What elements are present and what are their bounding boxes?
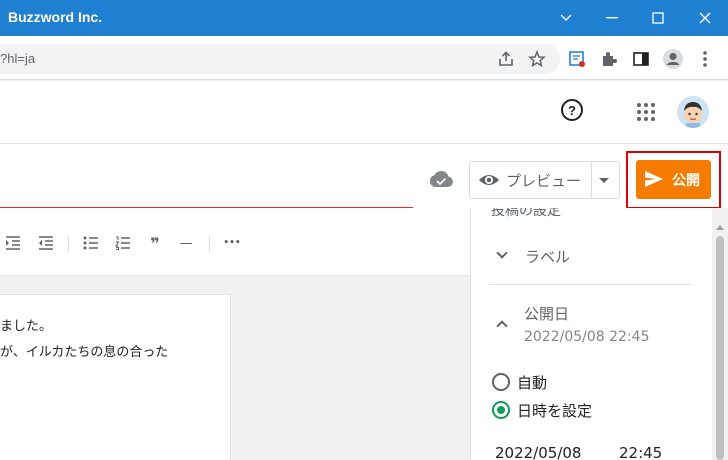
- toolbar-separator: [68, 236, 69, 252]
- extension-badge-icon[interactable]: [566, 48, 588, 70]
- minimize-button[interactable]: [589, 0, 635, 36]
- chevron-down-icon: [560, 14, 572, 21]
- address-bar[interactable]: ?hl=ja: [0, 44, 560, 74]
- bulleted-list-icon[interactable]: [82, 235, 100, 251]
- preview-label: プレビュー: [506, 172, 582, 190]
- publish-label: 公開: [672, 173, 700, 189]
- chevron-down-icon: [496, 247, 508, 259]
- eye-icon: [478, 171, 500, 189]
- collapse-button[interactable]: [543, 0, 589, 36]
- share-icon[interactable]: [495, 48, 517, 70]
- star-icon[interactable]: [526, 48, 548, 70]
- labels-section-label: ラベル: [525, 248, 571, 266]
- outdent-icon[interactable]: [37, 235, 55, 251]
- chevron-up-icon: [496, 320, 508, 332]
- horizontal-rule-icon[interactable]: —: [177, 235, 195, 251]
- cloud-saved-icon: [428, 170, 454, 188]
- editor-header: プレビュー 公開: [0, 144, 728, 209]
- post-settings-heading: 投稿の設定: [491, 208, 561, 219]
- more-icon[interactable]: •••: [222, 235, 242, 251]
- panel-scrollbar[interactable]: [712, 208, 728, 460]
- toolbar-separator: [209, 236, 210, 252]
- radio-automatic[interactable]: [492, 373, 510, 391]
- time-field[interactable]: 22:45: [619, 444, 662, 460]
- maximize-button[interactable]: [635, 0, 681, 36]
- body-line: ました。: [0, 319, 53, 334]
- preview-divider: [591, 162, 592, 198]
- quote-icon[interactable]: ❞: [146, 234, 164, 253]
- publish-date-label: 公開日: [524, 305, 570, 323]
- apps-grid-icon[interactable]: [637, 103, 655, 121]
- address-url: ?hl=ja: [0, 51, 36, 66]
- kebab-menu-icon[interactable]: [694, 48, 716, 70]
- labels-section-toggle[interactable]: ラベル: [471, 238, 712, 276]
- radio-set-datetime-label: 日時を設定: [517, 402, 593, 420]
- profile-icon[interactable]: [662, 48, 684, 70]
- app-header: ?: [0, 81, 728, 144]
- window-title-bar: Buzzword Inc.: [0, 0, 728, 36]
- preview-dropdown-caret-icon[interactable]: [599, 178, 609, 183]
- scroll-up-arrow-icon[interactable]: [716, 225, 724, 230]
- publish-date-section-toggle[interactable]: 公開日 2022/05/08 22:45: [471, 300, 712, 348]
- post-settings-panel: 投稿の設定 ラベル 公開日 2022/05/08 22:45 自動 日時を設定 …: [470, 208, 712, 460]
- side-panel-icon[interactable]: [630, 48, 652, 70]
- section-divider: [489, 284, 691, 285]
- scrollbar-thumb[interactable]: [716, 236, 724, 460]
- indent-icon[interactable]: [4, 235, 22, 251]
- publish-date-value: 2022/05/08 22:45: [524, 329, 650, 345]
- browser-toolbar: ?hl=ja: [0, 36, 728, 80]
- date-field[interactable]: 2022/05/08: [495, 444, 581, 460]
- radio-automatic-label: 自動: [517, 374, 548, 392]
- editor-canvas: ました。 が、イルカたちの息の合った: [0, 277, 470, 460]
- maximize-icon: [652, 12, 664, 24]
- account-avatar[interactable]: [677, 96, 709, 128]
- window-title: Buzzword Inc.: [8, 9, 103, 25]
- puzzle-icon[interactable]: [598, 48, 620, 70]
- formatting-toolbar: ❞ — •••: [0, 208, 470, 276]
- radio-set-datetime[interactable]: [492, 401, 510, 419]
- publish-button[interactable]: 公開: [636, 160, 711, 199]
- preview-button[interactable]: プレビュー: [469, 161, 620, 199]
- numbered-list-icon[interactable]: [114, 235, 132, 251]
- send-icon: [644, 170, 664, 188]
- close-button[interactable]: [682, 0, 728, 36]
- help-icon[interactable]: ?: [561, 99, 583, 121]
- minimize-icon: [606, 17, 618, 19]
- body-line: が、イルカたちの息の合った: [0, 345, 169, 360]
- close-icon: [699, 12, 711, 24]
- post-body[interactable]: ました。 が、イルカたちの息の合った: [0, 294, 231, 460]
